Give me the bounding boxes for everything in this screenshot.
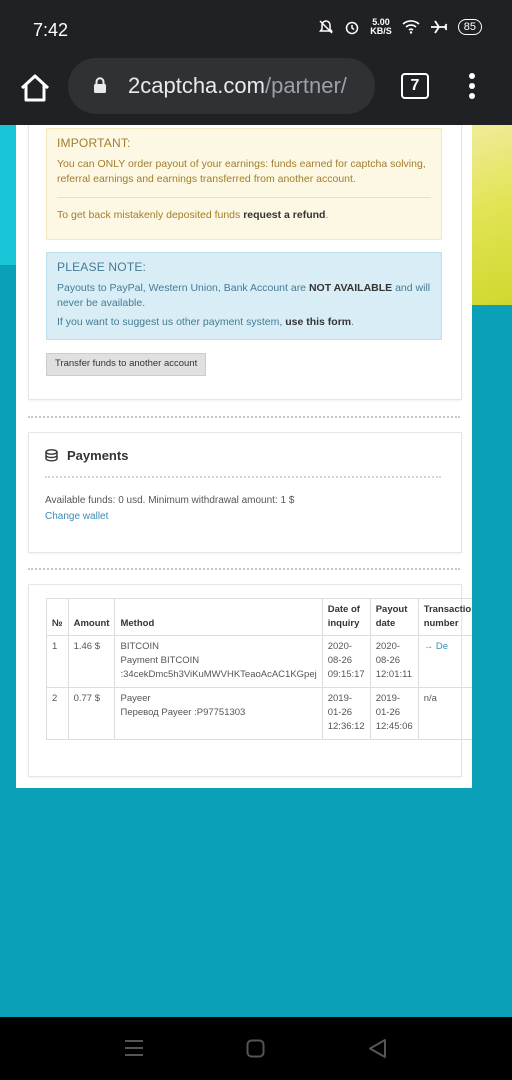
payout-date: 2019-01-26 xyxy=(375,693,401,718)
important-alert: IMPORTANT: You can ONLY order payout of … xyxy=(46,128,442,240)
inquiry-date: 2019-01-26 xyxy=(327,693,353,718)
background-decoration-left xyxy=(0,125,16,265)
method-detail: Перевод Payeer :P97751303 xyxy=(120,707,246,718)
transaction-details-link[interactable]: → De xyxy=(417,635,472,688)
not-available-text: Payouts to PayPal, Western Union, Bank A… xyxy=(57,281,431,311)
cell-payout-date: 2020-08-26 12:01:11 xyxy=(369,635,419,688)
not-available-bold: NOT AVAILABLE xyxy=(308,282,393,294)
payout-time: 12:01:11 xyxy=(375,669,412,680)
alarm-icon xyxy=(345,21,359,35)
battery-indicator: 85 xyxy=(457,19,482,35)
transfer-funds-button[interactable]: Transfer funds to another account xyxy=(46,353,207,376)
col-header-amount: Amount xyxy=(67,598,116,636)
section-divider xyxy=(28,568,460,570)
url-domain: 2captcha.com xyxy=(128,73,265,98)
use-this-form-link[interactable]: use this form xyxy=(285,316,351,328)
payout-time: 12:45:06 xyxy=(375,721,413,732)
change-wallet-link[interactable]: Change wallet xyxy=(45,511,108,522)
back-nav-icon[interactable] xyxy=(367,1038,387,1059)
payments-inner-divider xyxy=(45,476,441,478)
refund-text: To get back mistakenly deposited funds r… xyxy=(57,208,431,223)
request-refund-link[interactable]: request a refund xyxy=(243,209,325,221)
please-note-title: PLEASE NOTE: xyxy=(57,260,147,274)
background-decoration-right xyxy=(472,125,512,305)
status-bar: 7:42 5.00 KB/S 85 xyxy=(0,0,512,58)
suggest-text-suffix: . xyxy=(351,316,355,328)
alert-divider xyxy=(57,197,431,198)
cell-amount: 0.77 $ xyxy=(67,687,116,740)
cell-inquiry-date: 2019-01-26 12:36:12 xyxy=(321,687,371,740)
inquiry-time: 09:15:17 xyxy=(327,669,365,680)
speed-unit: KB/S xyxy=(370,26,392,36)
cell-num: 1 xyxy=(46,635,69,688)
notices-card: IMPORTANT: You can ONLY order payout of … xyxy=(28,125,462,400)
col-header-method: Method xyxy=(114,598,323,636)
cell-payout-date: 2019-01-26 12:45:06 xyxy=(369,687,419,740)
cell-method: Payeer Перевод Payeer :P97751303 xyxy=(114,687,323,740)
available-funds-text: Available funds: 0 usd. Minimum withdraw… xyxy=(45,495,295,506)
system-navigation-bar xyxy=(0,1017,512,1080)
col-header-num: № xyxy=(46,598,69,636)
cell-amount: 1.46 $ xyxy=(67,635,116,688)
url-text: 2captcha.com/partner/ xyxy=(128,73,368,99)
important-title: IMPORTANT: xyxy=(57,136,131,150)
refund-text-suffix: . xyxy=(325,209,329,221)
table-row: 1 1.46 $ BITCOIN Payment BITCOIN :34cekD… xyxy=(46,635,472,688)
payout-date: 2020-08-26 xyxy=(375,641,401,666)
not-available-prefix: Payouts to PayPal, Western Union, Bank A… xyxy=(57,282,309,294)
cell-inquiry-date: 2020-08-26 09:15:17 xyxy=(321,635,371,688)
network-speed: 5.00 KB/S xyxy=(370,18,392,36)
method-detail: Payment BITCOIN xyxy=(120,655,200,666)
payments-header: Payments xyxy=(45,448,128,463)
col-header-payout-date: Payout date xyxy=(369,598,419,636)
inquiry-date: 2020-08-26 xyxy=(327,641,353,666)
status-time: 7:42 xyxy=(33,20,69,40)
url-path: /partner/ xyxy=(264,73,347,98)
table-header-row: № Amount Method Date of inquiry Payout d… xyxy=(46,598,472,636)
section-divider xyxy=(28,416,460,418)
suggest-text-prefix: If you want to suggest us other payment … xyxy=(57,316,286,328)
cell-transaction: n/a xyxy=(417,687,472,740)
status-icons: 5.00 KB/S 85 xyxy=(318,18,482,36)
table-row: 2 0.77 $ Payeer Перевод Payeer :P9775130… xyxy=(46,687,472,740)
suggest-text: If you want to suggest us other payment … xyxy=(57,315,431,330)
refund-text-prefix: To get back mistakenly deposited funds xyxy=(57,209,244,221)
address-bar[interactable]: 2captcha.com/partner/ xyxy=(68,58,375,114)
payments-card: Payments Available funds: 0 usd. Minimum… xyxy=(28,432,462,553)
method-name: BITCOIN xyxy=(120,641,160,652)
col-header-date-inquiry: Date of inquiry xyxy=(321,598,371,636)
important-text: You can ONLY order payout of your earnin… xyxy=(57,158,426,185)
method-wallet: :34cekDmc5h3ViKuMWVHKTeaoAcAC1KGpej xyxy=(120,669,317,680)
home-nav-icon[interactable] xyxy=(246,1039,265,1058)
cell-method: BITCOIN Payment BITCOIN :34cekDmc5h3ViKu… xyxy=(114,635,323,688)
wifi-icon xyxy=(402,20,420,34)
browser-toolbar: 2captcha.com/partner/ 7 xyxy=(0,58,512,125)
bell-off-icon xyxy=(319,20,334,34)
col-header-transaction: Transaction number xyxy=(417,598,472,636)
coins-icon xyxy=(45,449,58,462)
please-note-alert: PLEASE NOTE: Payouts to PayPal, Western … xyxy=(46,252,442,340)
tab-switcher-button[interactable]: 7 xyxy=(401,73,429,99)
airplane-icon xyxy=(430,20,448,34)
payouts-table: № Amount Method Date of inquiry Payout d… xyxy=(46,598,472,740)
payouts-table-card: № Amount Method Date of inquiry Payout d… xyxy=(28,584,472,777)
cell-num: 2 xyxy=(46,687,69,740)
more-menu-icon[interactable] xyxy=(462,70,482,104)
home-icon[interactable] xyxy=(18,71,52,105)
lock-icon xyxy=(94,77,106,93)
page-content: IMPORTANT: You can ONLY order payout of … xyxy=(16,125,472,788)
payments-title: Payments xyxy=(67,448,129,463)
inquiry-time: 12:36:12 xyxy=(327,721,365,732)
method-name: Payeer xyxy=(120,693,151,704)
recent-apps-icon[interactable] xyxy=(124,1039,144,1057)
